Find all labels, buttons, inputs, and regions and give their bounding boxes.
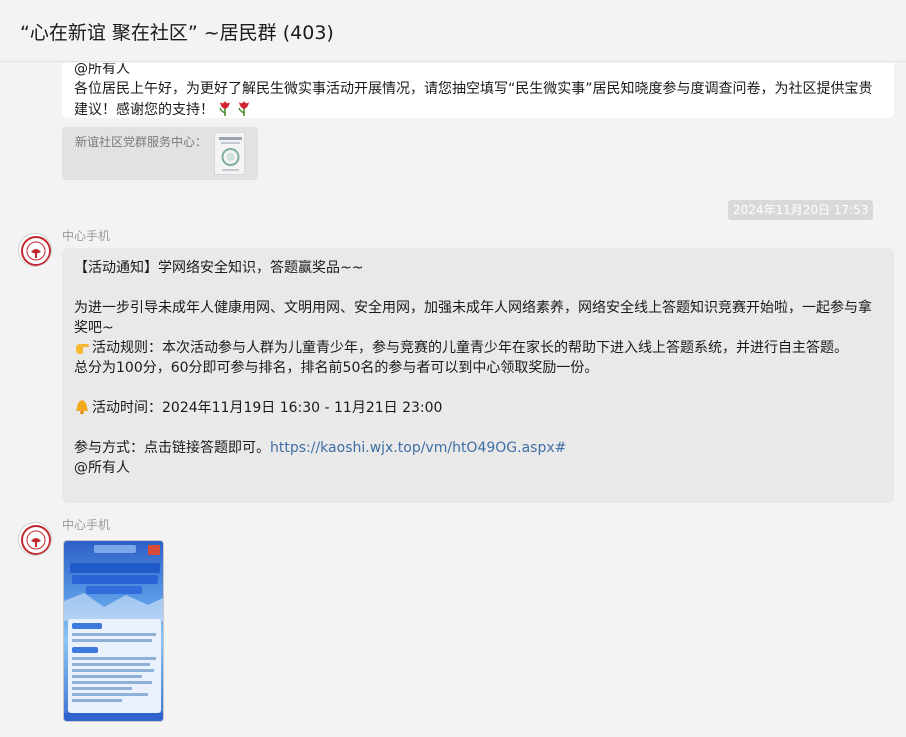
mention-all: @所有人	[74, 460, 130, 476]
notice-rules: 活动规则：本次活动参与人群为儿童青少年，参与竞赛的儿童青少年在家长的帮助下进入线…	[74, 338, 882, 358]
avatar-logo-icon	[21, 525, 51, 555]
sender-name: 中心手机	[62, 518, 111, 532]
chat-header: “心在新谊 聚在社区” ~居民群 (403)	[0, 0, 906, 62]
poster-image[interactable]	[63, 540, 164, 722]
message-bubble[interactable]: @所有人 各位居民上午好，为更好了解民生微实事活动开展情况，请您抽空填写“民生微…	[62, 63, 894, 118]
timestamp-badge: 2024年11月20日 17:53	[728, 200, 874, 220]
notice-time: 活动时间：2024年11月19日 16:30 - 11月21日 23:00	[74, 398, 882, 418]
mention-all: @所有人	[74, 63, 130, 77]
notice-title: 【活动通知】学网络安全知识，答题赢奖品~~	[74, 260, 364, 276]
quoted-sender: 新谊社区党群服务中心：	[75, 135, 208, 149]
message-text: 各位居民上午好，为更好了解民生微实事活动开展情况，请您抽空填写“民生微实事”居民…	[74, 81, 873, 118]
message-bubble[interactable]: 【活动通知】学网络安全知识，答题赢奖品~~ 为进一步引导未成年人健康用网、文明用…	[62, 248, 894, 503]
quoted-image-thumbnail[interactable]	[214, 132, 245, 175]
avatar[interactable]	[18, 233, 52, 267]
message-list[interactable]: @所有人 各位居民上午好，为更好了解民生微实事活动开展情况，请您抽空填写“民生微…	[0, 63, 906, 737]
quiz-link[interactable]: https://kaoshi.wjx.top/vm/htO49OG.aspx#	[270, 440, 566, 456]
tulip-icon	[219, 101, 230, 116]
notice-method: 参与方式：点击链接答题即可。https://kaoshi.wjx.top/vm/…	[74, 440, 567, 456]
hand-point-icon	[76, 344, 89, 354]
sender-name: 中心手机	[62, 229, 111, 243]
notice-score: 总分为100分，60分即可参与排名，排名前50名的参与者可以到中心领取奖励一份。	[74, 360, 599, 376]
tulip-icon	[238, 101, 249, 116]
bell-icon	[76, 400, 88, 415]
avatar-logo-icon	[21, 236, 51, 266]
notice-intro: 为进一步引导未成年人健康用网、文明用网、安全用网，加强未成年人网络素养，网络安全…	[74, 300, 872, 336]
avatar[interactable]	[18, 522, 52, 556]
chat-title[interactable]: “心在新谊 聚在社区” ~居民群 (403)	[20, 18, 334, 45]
